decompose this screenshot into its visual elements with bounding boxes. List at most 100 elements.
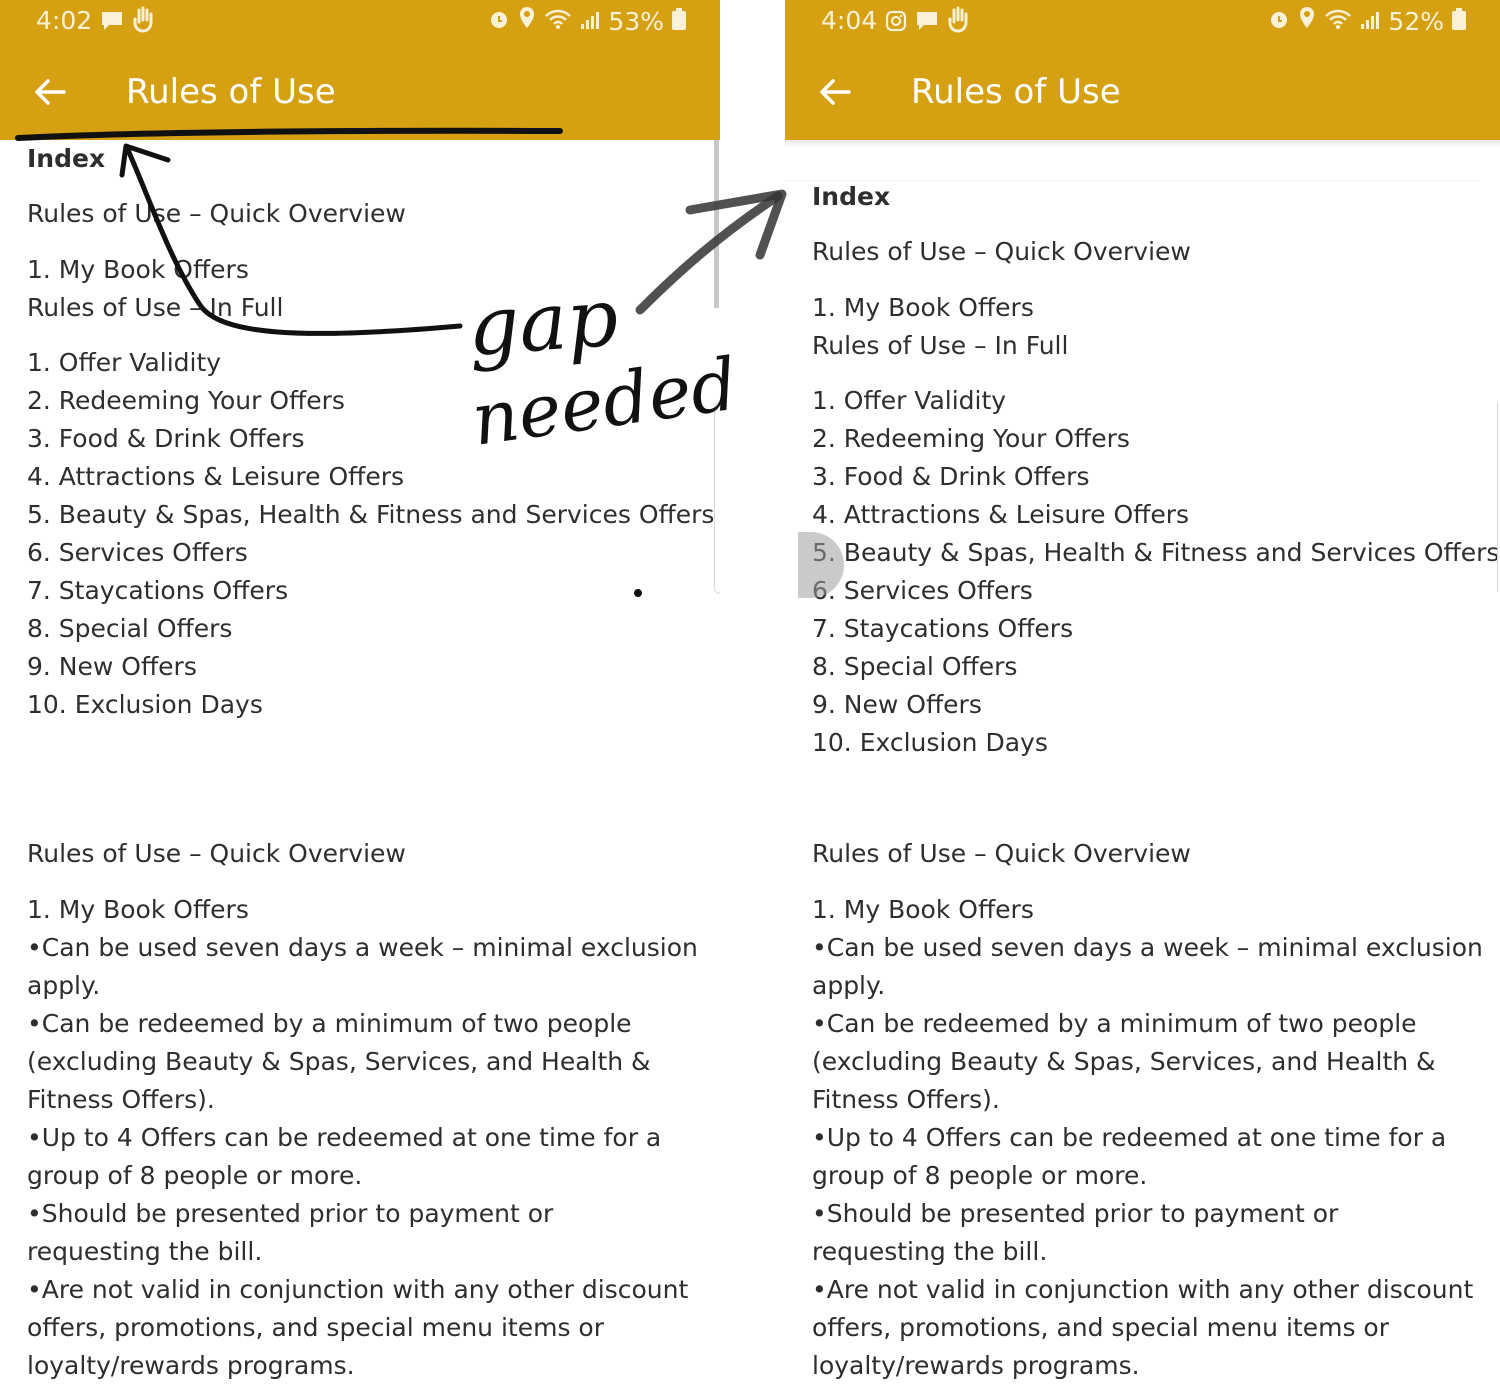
index-item[interactable]: 2. Redeeming Your Offers [812,420,1499,458]
bullet-icon: • [812,1009,827,1038]
location-icon [518,6,536,36]
battery-icon [672,7,686,36]
notification-icons [885,6,971,40]
signal-icon [580,7,600,36]
index-heading: Index [27,144,106,173]
bullet-icon: • [27,1123,42,1152]
index-item[interactable]: 7. Staycations Offers [27,572,714,610]
bullet-item: •Should be presented prior to payment or [27,1195,707,1233]
index-item[interactable]: 8. Special Offers [27,610,714,648]
bullet-item: •Can be used seven days a week – minimal… [27,929,707,967]
bullet-continuation: apply. [812,971,886,1000]
index-item[interactable]: 4. Attractions & Leisure Offers [27,458,714,496]
index-link-my-book-offers[interactable]: 1. My Book Offers [27,251,249,289]
right-screenshot: 4:04 52% Rules of Use Index Rules of Use… [785,0,1500,1392]
divider-gap [720,0,785,1392]
index-item[interactable]: 10. Exclusion Days [812,724,1499,762]
index-link-my-book-offers[interactable]: 1. My Book Offers [812,289,1034,327]
index-item[interactable]: 9. New Offers [812,686,1499,724]
signal-icon [1360,7,1380,36]
overview-heading: Rules of Use – Quick Overview [27,839,406,868]
index-link-in-full[interactable]: Rules of Use – In Full [27,289,283,327]
index-heading: Index [812,182,891,211]
index-item[interactable]: 6. Services Offers [27,534,714,572]
index-item[interactable]: 3. Food & Drink Offers [27,420,714,458]
overview-subheading: 1. My Book Offers [27,895,249,924]
bullet-text: Are not valid in conjunction with any ot… [41,1275,689,1304]
bullet-text: Can be used seven days a week – minimal … [41,933,698,962]
bullet-continuation: offers, promotions, and special menu ite… [27,1313,605,1342]
bullet-continuation: offers, promotions, and special menu ite… [812,1313,1390,1342]
back-arrow-icon[interactable] [30,72,70,112]
bullet-item: •Can be used seven days a week – minimal… [812,929,1492,967]
battery-percent: 53% [608,6,664,36]
bullet-item: •Can be redeemed by a minimum of two peo… [27,1005,707,1043]
location-icon [1298,6,1316,36]
bullet-text: Can be redeemed by a minimum of two peop… [41,1009,632,1038]
wifi-icon [1324,7,1352,36]
bullet-text: Are not valid in conjunction with any ot… [826,1275,1474,1304]
status-bar: 4:02 53% [0,0,720,44]
wifi-icon [544,7,572,36]
bullet-continuation: group of 8 people or more. [27,1161,363,1190]
bullet-item: •Are not valid in conjunction with any o… [27,1271,707,1309]
bullet-text: Should be presented prior to payment or [41,1199,554,1228]
index-item[interactable]: 9. New Offers [27,648,714,686]
index-item[interactable]: 3. Food & Drink Offers [812,458,1499,496]
bullet-icon: • [812,1123,827,1152]
bullet-continuation: (excluding Beauty & Spas, Services, and … [27,1047,651,1076]
index-link-quick-overview[interactable]: Rules of Use – Quick Overview [27,195,406,233]
bullet-text: Can be used seven days a week – minimal … [826,933,1483,962]
bullet-continuation: (excluding Beauty & Spas, Services, and … [812,1047,1436,1076]
overview-section: Rules of Use – Quick Overview 1. My Book… [27,835,707,1385]
header-shadow [785,140,1500,148]
index-item[interactable]: 8. Special Offers [812,648,1499,686]
hand-icon [947,6,971,40]
index-item[interactable]: 2. Redeeming Your Offers [27,382,714,420]
message-icon [100,9,124,38]
status-bar: 4:04 52% [785,0,1500,44]
bullet-item: •Can be redeemed by a minimum of two peo… [812,1005,1492,1043]
bullet-icon: • [27,1275,42,1304]
system-icons: 53% [488,6,686,36]
battery-percent: 52% [1388,6,1444,36]
overview-section: Rules of Use – Quick Overview 1. My Book… [812,835,1492,1385]
bullet-item: •Should be presented prior to payment or [812,1195,1492,1233]
bullet-icon: • [812,1275,827,1304]
page-title: Rules of Use [911,72,1121,112]
bullet-continuation: loyalty/rewards programs. [812,1351,1140,1380]
index-list: 1. Offer Validity 2. Redeeming Your Offe… [812,382,1499,762]
bullet-continuation: requesting the bill. [27,1237,263,1266]
status-time: 4:02 [36,6,93,35]
instagram-icon [885,9,907,38]
battery-icon [1452,7,1466,36]
index-item[interactable]: 6. Services Offers [812,572,1499,610]
bullet-item: •Up to 4 Offers can be redeemed at one t… [27,1119,707,1157]
index-item[interactable]: 4. Attractions & Leisure Offers [812,496,1499,534]
back-arrow-icon[interactable] [815,72,855,112]
system-icons: 52% [1268,6,1466,36]
page-title: Rules of Use [126,72,336,112]
app-bar: 4:02 53% Rules of Use [0,0,720,140]
bullet-text: Up to 4 Offers can be redeemed at one ti… [41,1123,662,1152]
index-item[interactable]: 10. Exclusion Days [27,686,714,724]
bullet-icon: • [27,933,42,962]
index-item[interactable]: 1. Offer Validity [27,344,714,382]
hand-icon [132,6,156,40]
bullet-item: •Are not valid in conjunction with any o… [812,1271,1492,1309]
bullet-continuation: loyalty/rewards programs. [27,1351,355,1380]
bullet-icon: • [812,1199,827,1228]
bullet-icon: • [27,1199,42,1228]
app-bar: 4:04 52% Rules of Use [785,0,1500,140]
scrollbar-thumb[interactable] [714,140,719,308]
bullet-text: Can be redeemed by a minimum of two peop… [826,1009,1417,1038]
bullet-continuation: Fitness Offers). [27,1085,215,1114]
index-link-in-full[interactable]: Rules of Use – In Full [812,327,1068,365]
bullet-continuation: apply. [27,971,101,1000]
index-item[interactable]: 5. Beauty & Spas, Health & Fitness and S… [27,496,714,534]
index-item[interactable]: 5. Beauty & Spas, Health & Fitness and S… [812,534,1499,572]
index-link-quick-overview[interactable]: Rules of Use – Quick Overview [812,233,1191,271]
index-item[interactable]: 7. Staycations Offers [812,610,1499,648]
index-item[interactable]: 1. Offer Validity [812,382,1499,420]
overview-subheading: 1. My Book Offers [812,895,1034,924]
